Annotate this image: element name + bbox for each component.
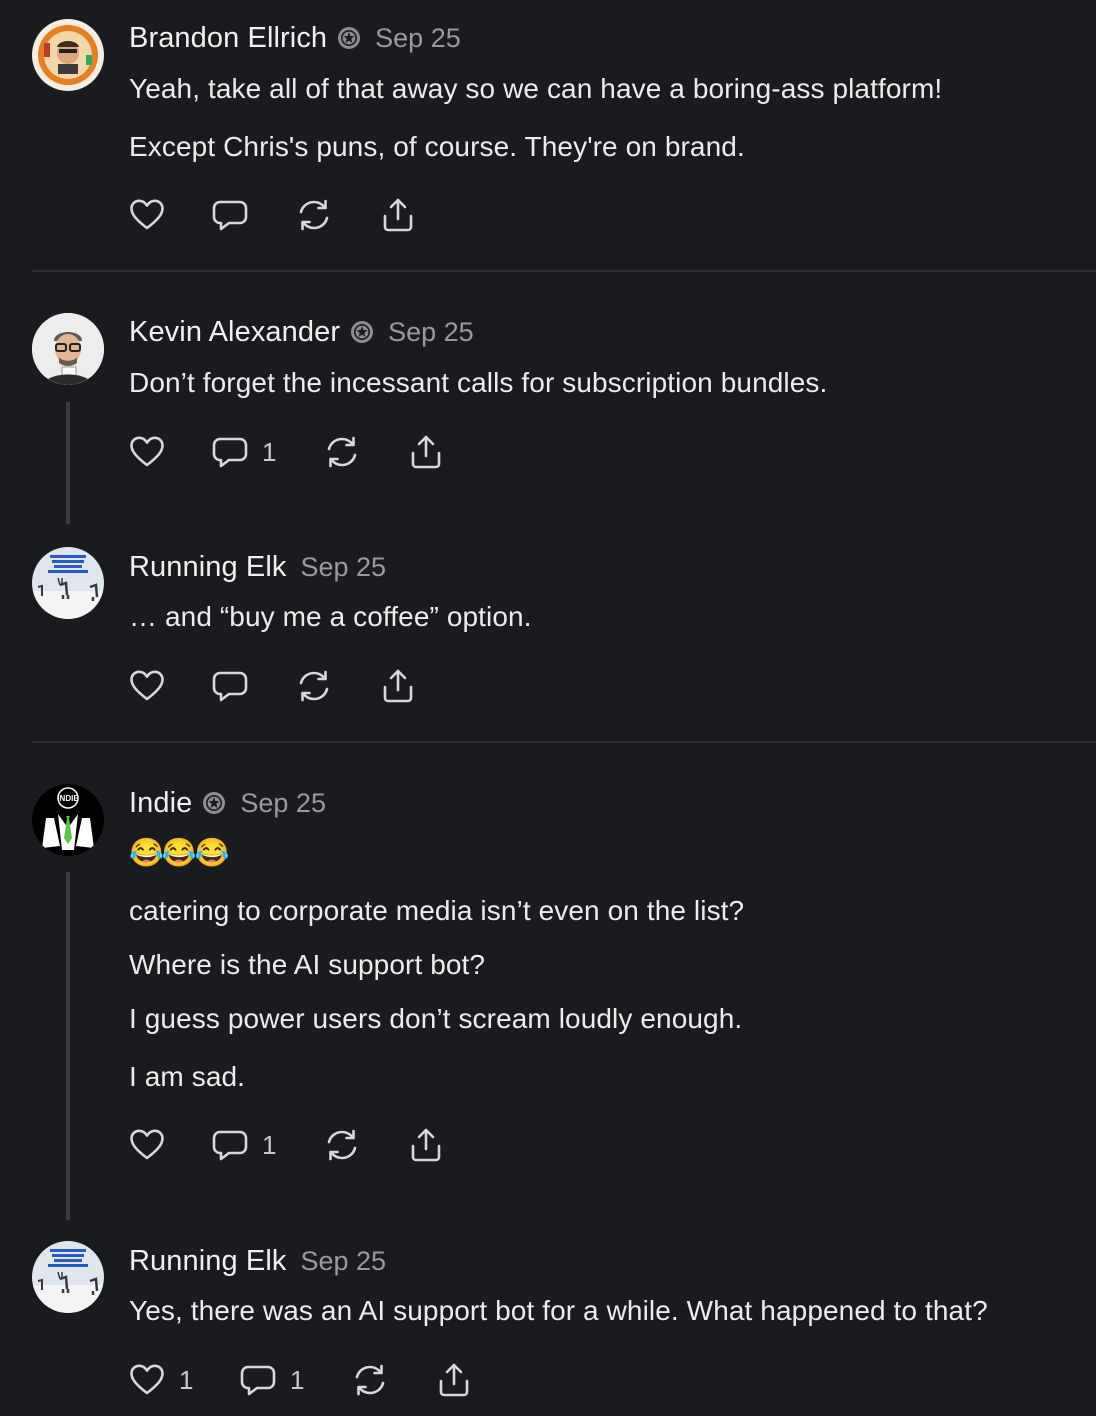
share-button[interactable] (436, 1362, 472, 1398)
restack-button[interactable] (324, 434, 360, 470)
share-icon (408, 1127, 444, 1163)
like-button[interactable] (129, 668, 165, 704)
verified-badge-icon (350, 320, 374, 344)
comment-bubble-icon (212, 197, 248, 233)
share-icon (408, 434, 444, 470)
heart-icon (129, 1362, 165, 1398)
avatar[interactable] (32, 547, 104, 619)
share-button[interactable] (380, 668, 416, 704)
comment-date[interactable]: Sep 25 (388, 317, 474, 348)
comment-text: Don’t forget the incessant calls for sub… (129, 367, 828, 398)
comment-text: Yeah, take all of that away so we can ha… (129, 73, 943, 104)
comment-emoji: 😂😂😂 (129, 837, 230, 868)
avatar-image (32, 1241, 104, 1313)
thread-line (66, 402, 70, 524)
comment-text: Yes, there was an AI support bot for a w… (129, 1295, 988, 1326)
heart-icon (129, 434, 165, 470)
reply-button[interactable]: 1 (240, 1362, 304, 1398)
author-name[interactable]: Indie (129, 787, 192, 820)
share-button[interactable] (408, 1127, 444, 1163)
share-icon (436, 1362, 472, 1398)
restack-button[interactable] (296, 668, 332, 704)
avatar-image (32, 547, 104, 619)
divider (32, 270, 1096, 272)
avatar-image (32, 313, 104, 385)
avatar-label: INDIE (57, 794, 79, 803)
restack-icon (296, 197, 332, 233)
thread-line (66, 872, 70, 1220)
reply-count: 1 (290, 1364, 305, 1395)
comment-text: I am sad. (129, 1061, 246, 1092)
heart-icon (129, 668, 165, 704)
heart-icon (129, 197, 165, 233)
author-name[interactable]: Running Elk (129, 551, 286, 584)
like-button[interactable] (129, 434, 165, 470)
share-button[interactable] (380, 197, 416, 233)
reply-button[interactable]: 1 (212, 1127, 276, 1163)
comment-text: Where is the AI support bot? (129, 949, 486, 980)
comment-date[interactable]: Sep 25 (375, 23, 461, 54)
share-icon (380, 197, 416, 233)
reply-count: 1 (262, 1129, 277, 1160)
comment-date[interactable]: Sep 25 (300, 1246, 386, 1277)
divider (32, 741, 1096, 743)
avatar[interactable]: INDIE (32, 784, 104, 856)
restack-button[interactable] (296, 197, 332, 233)
restack-icon (324, 1127, 360, 1163)
avatar[interactable] (32, 313, 104, 385)
share-button[interactable] (408, 434, 444, 470)
comment-text: catering to corporate media isn’t even o… (129, 895, 745, 926)
restack-icon (324, 434, 360, 470)
author-name[interactable]: Running Elk (129, 1245, 286, 1278)
like-count: 1 (179, 1364, 194, 1395)
comment-text: I guess power users don’t scream loudly … (129, 1003, 743, 1034)
share-icon (380, 668, 416, 704)
like-button[interactable] (129, 197, 165, 233)
reply-button[interactable] (212, 197, 248, 233)
author-name[interactable]: Kevin Alexander (129, 316, 340, 349)
reply-count: 1 (262, 436, 277, 467)
avatar[interactable] (32, 19, 104, 91)
like-button[interactable]: 1 (129, 1362, 193, 1398)
like-button[interactable] (129, 1127, 165, 1163)
heart-icon (129, 1127, 165, 1163)
comment-bubble-icon (212, 668, 248, 704)
restack-icon (352, 1362, 388, 1398)
comment-text: Except Chris's puns, of course. They're … (129, 131, 745, 162)
comment-text: … and “buy me a coffee” option. (129, 601, 532, 632)
comment-bubble-icon (212, 1127, 248, 1163)
verified-badge-icon (337, 26, 361, 50)
author-name[interactable]: Brandon Ellrich (129, 22, 327, 55)
reply-button[interactable]: 1 (212, 434, 276, 470)
restack-button[interactable] (324, 1127, 360, 1163)
avatar-image (34, 21, 102, 89)
reply-button[interactable] (212, 668, 248, 704)
comment-bubble-icon (240, 1362, 276, 1398)
restack-button[interactable] (352, 1362, 388, 1398)
restack-icon (296, 668, 332, 704)
avatar[interactable] (32, 1241, 104, 1313)
comment-date[interactable]: Sep 25 (300, 552, 386, 583)
comment-date[interactable]: Sep 25 (240, 788, 326, 819)
avatar-image: INDIE (32, 784, 104, 856)
verified-badge-icon (202, 791, 226, 815)
comment-bubble-icon (212, 434, 248, 470)
